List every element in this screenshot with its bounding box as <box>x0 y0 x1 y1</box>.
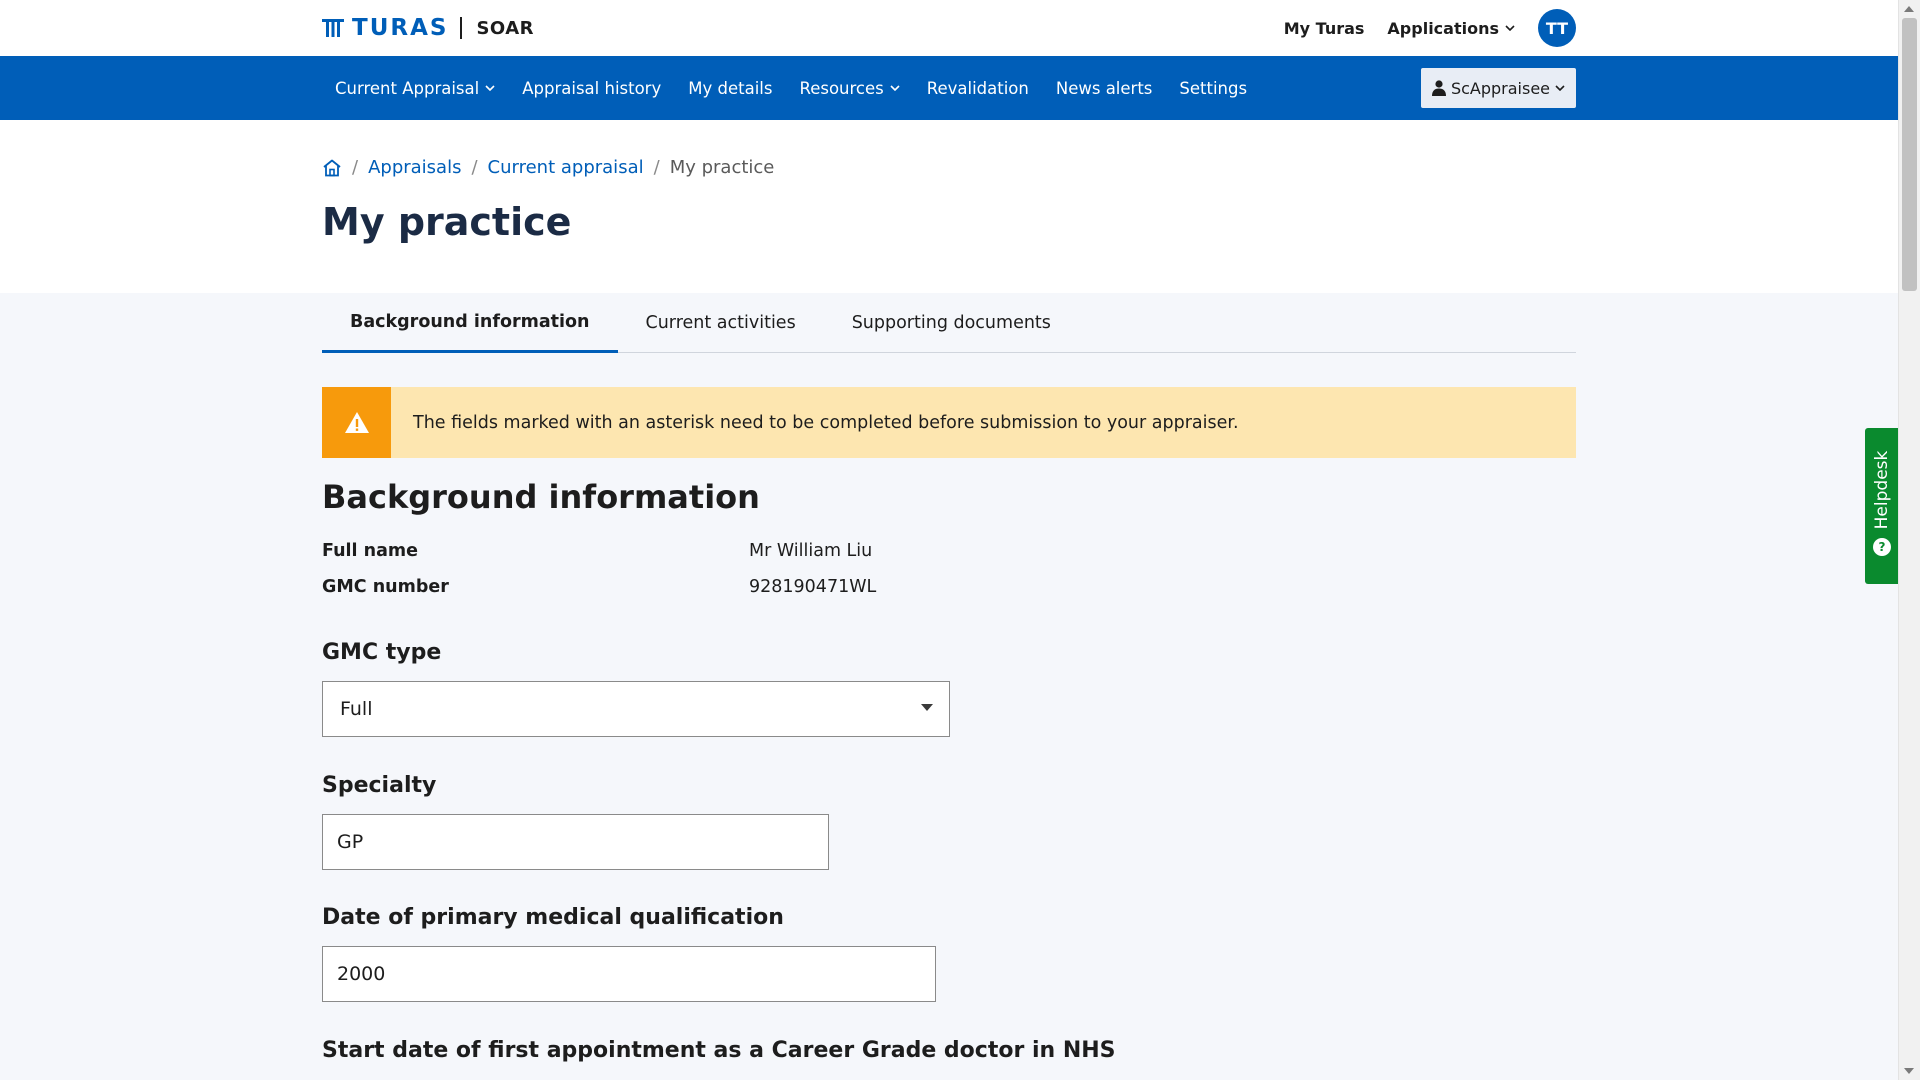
nav-news-alerts[interactable]: News alerts <box>1042 79 1166 98</box>
nav-appraisal-history[interactable]: Appraisal history <box>509 79 675 98</box>
breadcrumb-current-appraisal[interactable]: Current appraisal <box>488 157 644 178</box>
breadcrumb: / Appraisals / Current appraisal / My pr… <box>322 157 774 178</box>
qualification-date-input[interactable]: 2000 <box>322 946 936 1002</box>
specialty-input[interactable]: GP <box>322 814 829 870</box>
specialty-value: GP <box>337 831 364 853</box>
page-title: My practice <box>322 200 572 244</box>
tab-background-information[interactable]: Background information <box>322 293 618 353</box>
nav-label: Resources <box>799 78 884 98</box>
qualification-date-label: Date of primary medical qualification <box>322 905 784 930</box>
scroll-down-arrow[interactable] <box>1904 1068 1914 1074</box>
nav-revalidation[interactable]: Revalidation <box>913 79 1042 98</box>
nav-settings[interactable]: Settings <box>1166 79 1261 98</box>
applications-menu[interactable]: Applications <box>1387 19 1515 38</box>
caret-down-icon <box>921 704 933 711</box>
breadcrumb-separator: / <box>653 157 660 178</box>
nav-label: Current Appraisal <box>335 78 480 98</box>
warning-banner: The fields marked with an asterisk need … <box>322 387 1576 458</box>
gmc-type-value: Full <box>340 698 373 720</box>
scroll-up-arrow[interactable] <box>1904 6 1914 12</box>
brand-divider <box>460 17 463 39</box>
breadcrumb-appraisals[interactable]: Appraisals <box>368 157 461 178</box>
nav-current-appraisal[interactable]: Current Appraisal <box>322 79 509 98</box>
chevron-down-icon <box>1555 85 1565 91</box>
gmc-type-label: GMC type <box>322 640 442 665</box>
app-name: SOAR <box>476 17 535 39</box>
tabs: Background information Current activitie… <box>322 293 1576 353</box>
turas-logo[interactable]: TURAS <box>322 15 448 41</box>
qualification-date-value: 2000 <box>337 963 386 985</box>
warning-text: The fields marked with an asterisk need … <box>413 412 1239 433</box>
scrollbar[interactable] <box>1898 0 1920 1080</box>
chevron-down-icon <box>485 85 495 91</box>
user-icon <box>1431 80 1446 96</box>
main-nav: Current Appraisal Appraisal history My d… <box>0 56 1898 120</box>
home-icon[interactable] <box>322 159 342 177</box>
nav-my-details[interactable]: My details <box>675 79 786 98</box>
question-icon: ? <box>1873 538 1891 556</box>
breadcrumb-separator: / <box>471 157 478 178</box>
page-header: / Appraisals / Current appraisal / My pr… <box>0 120 1898 293</box>
brand-name: TURAS <box>352 15 449 41</box>
chevron-down-icon <box>1505 25 1515 31</box>
gmc-number-row: GMC number 928190471WL <box>322 577 876 597</box>
my-turas-link[interactable]: My Turas <box>1284 19 1365 38</box>
top-links: My Turas Applications TT <box>1284 0 1576 56</box>
user-name: ScAppraisee <box>1450 78 1550 98</box>
gmc-number-label: GMC number <box>322 577 449 597</box>
nav-items: Current Appraisal Appraisal history My d… <box>322 56 1261 120</box>
brand[interactable]: TURAS SOAR <box>322 14 534 42</box>
warning-icon-box <box>322 387 391 458</box>
tab-supporting-documents[interactable]: Supporting documents <box>824 293 1079 353</box>
full-name-value: Mr William Liu <box>749 541 873 561</box>
top-bar: TURAS SOAR My Turas Applications TT <box>0 0 1898 56</box>
user-menu-button[interactable]: ScAppraisee <box>1420 68 1576 108</box>
specialty-label: Specialty <box>322 773 437 798</box>
section-title: Background information <box>322 478 760 516</box>
warning-icon <box>344 412 369 433</box>
turas-logo-icon <box>322 19 344 37</box>
avatar[interactable]: TT <box>1538 9 1576 47</box>
applications-label: Applications <box>1387 18 1499 38</box>
full-name-label: Full name <box>322 541 419 561</box>
tab-current-activities[interactable]: Current activities <box>618 293 824 353</box>
career-grade-date-label: Start date of first appointment as a Car… <box>322 1038 1116 1063</box>
helpdesk-label: Helpdesk <box>1871 450 1892 530</box>
gmc-number-value: 928190471WL <box>749 577 877 597</box>
scroll-thumb[interactable] <box>1902 18 1917 291</box>
breadcrumb-current: My practice <box>669 157 775 178</box>
full-name-row: Full name Mr William Liu <box>322 541 872 561</box>
breadcrumb-separator: / <box>352 157 359 178</box>
helpdesk-button[interactable]: Helpdesk ? <box>1865 428 1898 584</box>
chevron-down-icon <box>890 85 900 91</box>
gmc-type-select[interactable]: Full <box>322 681 950 737</box>
nav-resources[interactable]: Resources <box>786 79 913 98</box>
